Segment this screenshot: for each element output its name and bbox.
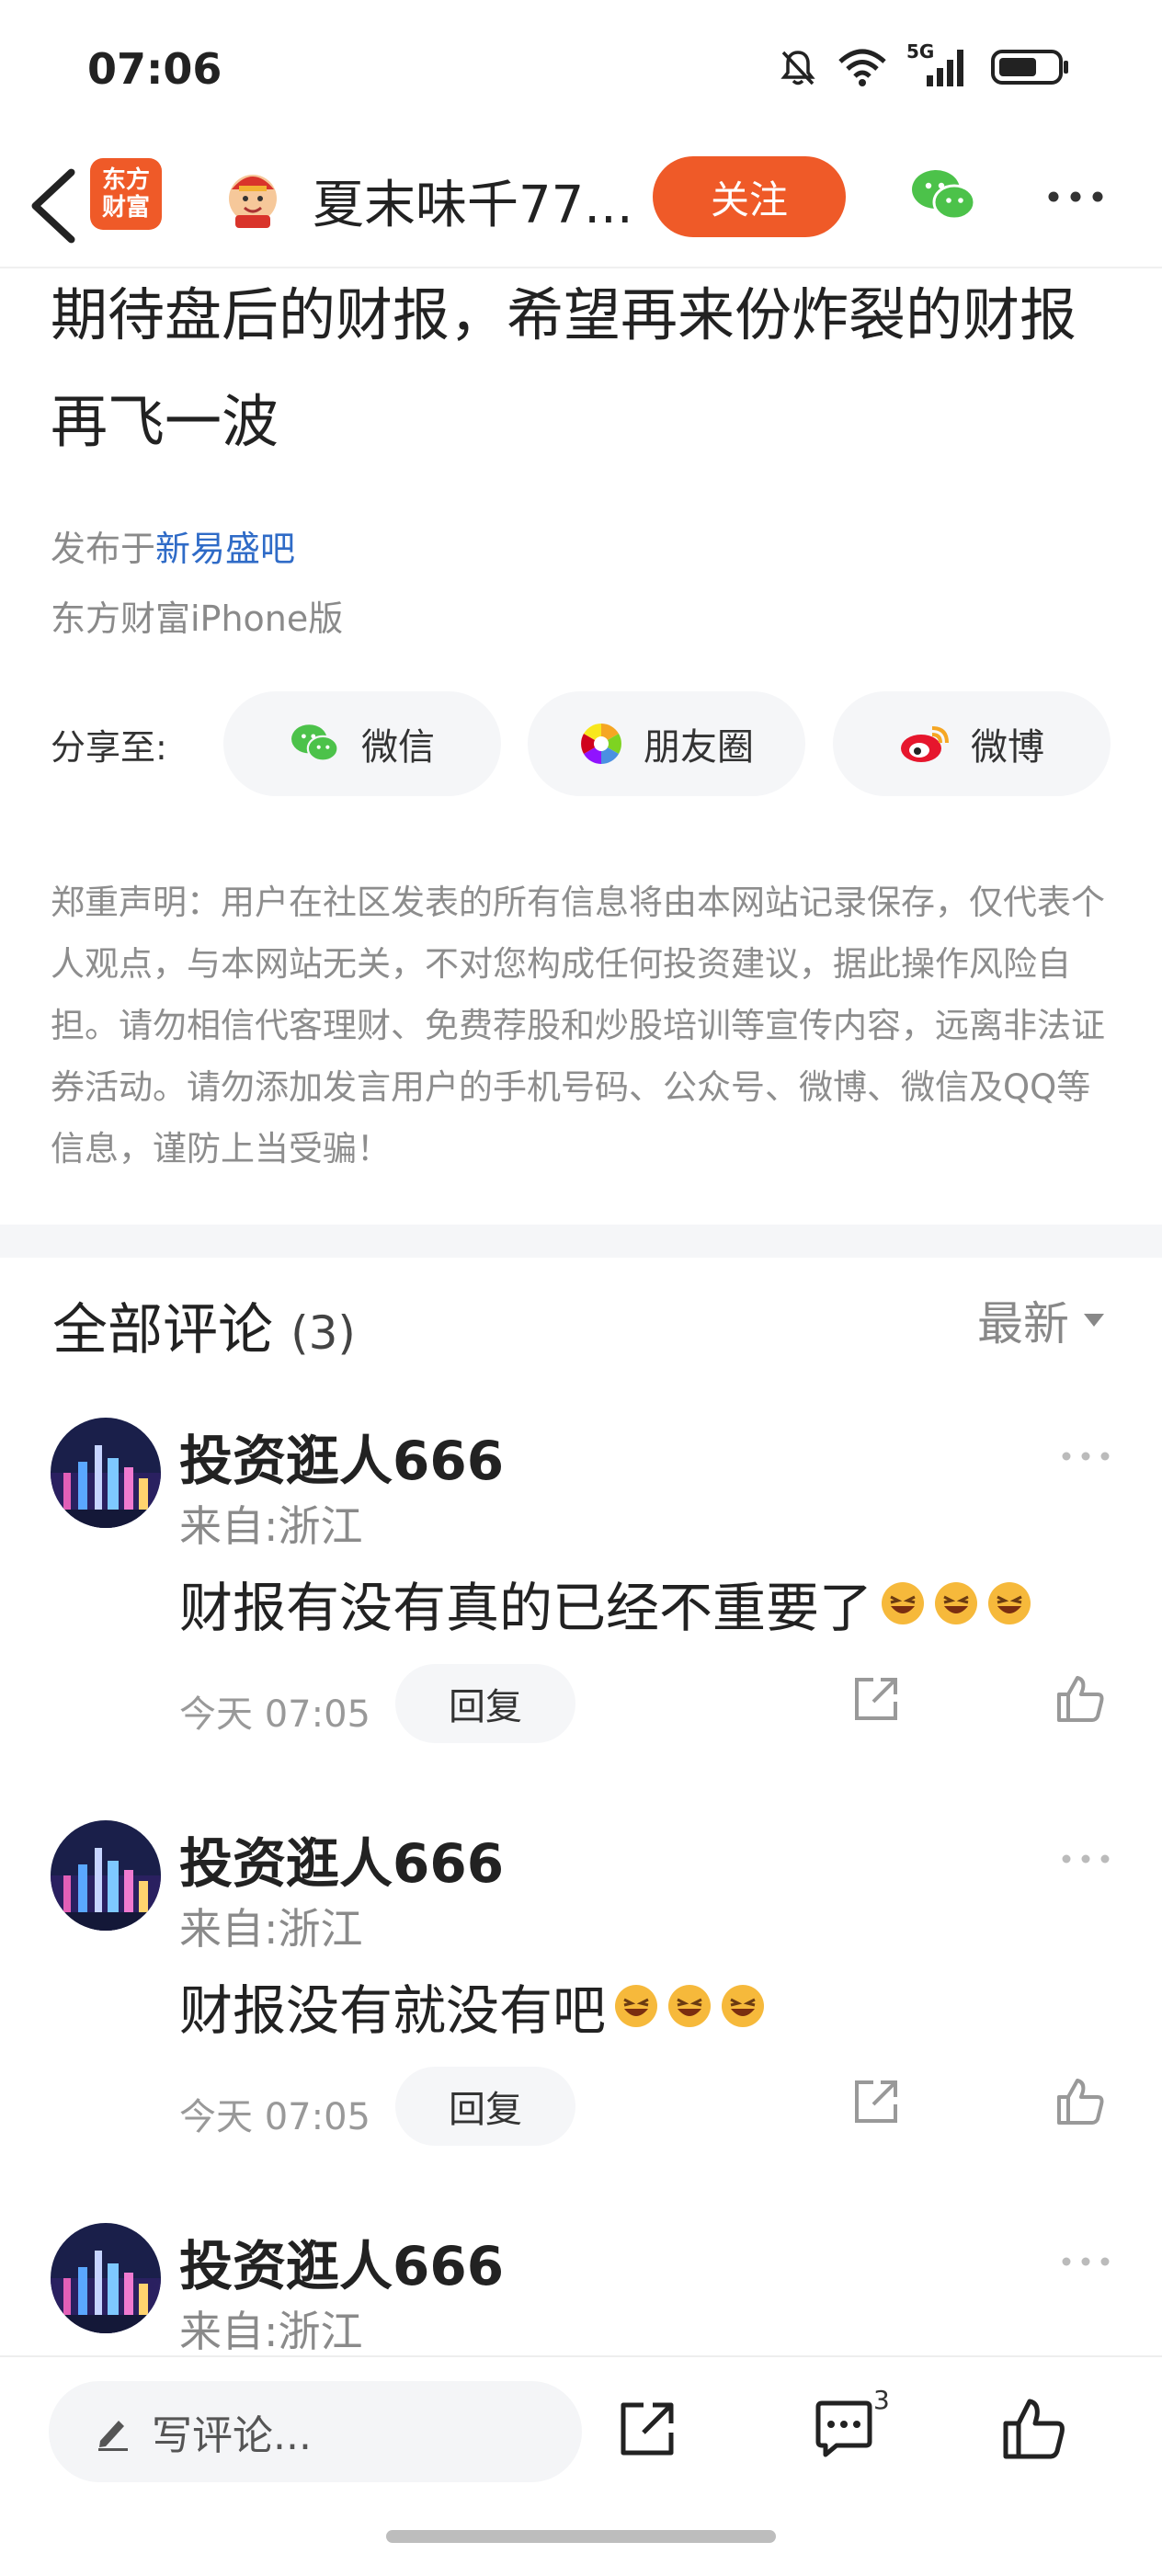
- comment-more-icon[interactable]: [1060, 1852, 1111, 1865]
- weibo-icon: [901, 726, 949, 762]
- comment-body: 财报有没有真的已经不重要了: [179, 1577, 873, 1639]
- comment-more-icon[interactable]: [1060, 1450, 1111, 1463]
- sort-dropdown[interactable]: 最新: [977, 1287, 1106, 1353]
- bottom-action-bar: 写评论... 3: [0, 2355, 1162, 2576]
- commenter-avatar[interactable]: [51, 1820, 161, 1931]
- user-avatar-icon[interactable]: [221, 164, 285, 228]
- laugh-emoji-icon: [882, 1582, 925, 1624]
- battery-icon: [991, 50, 1068, 85]
- sort-label: 最新: [977, 1297, 1069, 1351]
- comment-item: 投资逛人666 来自:浙江 财报有没有真的已经不重要了 今天 07:05 回复: [0, 1418, 1162, 1820]
- laugh-emoji-icon: [988, 1582, 1031, 1624]
- caret-down-icon: [1084, 1314, 1104, 1327]
- laugh-emoji-icon: [615, 1985, 658, 2027]
- commenter-location: 来自:浙江: [179, 1501, 363, 1551]
- source-label: 东方财富iPhone版: [51, 598, 344, 639]
- section-divider: [0, 1225, 1162, 1258]
- header-title[interactable]: 夏末味千77...: [313, 164, 644, 238]
- moments-icon: [581, 724, 621, 764]
- published-prefix: 发布于: [51, 529, 156, 569]
- wifi-icon: [838, 49, 886, 86]
- share-moments-button[interactable]: 朋友圈: [528, 691, 805, 796]
- follow-button[interactable]: 关注: [653, 156, 846, 237]
- comments-count: (3): [290, 1306, 356, 1360]
- share-icon[interactable]: [616, 2398, 678, 2460]
- laugh-emoji-icon: [668, 1985, 712, 2027]
- comment-text: 财报没有就没有吧: [179, 1967, 766, 2045]
- commenter-name[interactable]: 投资逛人666: [179, 2223, 504, 2300]
- share-wechat-label: 微信: [361, 726, 435, 769]
- comments-heading: 全部评论 (3): [52, 1285, 356, 1365]
- bar-link[interactable]: 新易盛吧: [155, 529, 295, 569]
- commenter-location: 来自:浙江: [179, 2307, 363, 2355]
- comment-body: 财报没有就没有吧: [179, 1979, 607, 2042]
- wechat-icon: [291, 724, 339, 762]
- mute-icon: [780, 51, 815, 85]
- commenter-name[interactable]: 投资逛人666: [179, 1820, 504, 1898]
- signal-icon: 5G: [906, 40, 973, 88]
- comment-count-badge: 3: [873, 2385, 890, 2415]
- status-icons: 5G: [778, 40, 1070, 88]
- commenter-name[interactable]: 投资逛人666: [179, 1418, 504, 1495]
- write-comment-placeholder: 写评论...: [152, 2412, 312, 2459]
- article-title: 期待盘后的财报，希望再来份炸裂的财报再飞一波: [51, 281, 1077, 455]
- reply-button[interactable]: 回复: [395, 1664, 575, 1743]
- comment-like-icon[interactable]: [1055, 1674, 1105, 1724]
- status-bar: 07:06 5G: [0, 0, 1162, 147]
- like-icon[interactable]: [1000, 2396, 1066, 2462]
- laugh-emoji-icon: [935, 1582, 978, 1624]
- comment-text: 财报有没有真的已经不重要了: [179, 1565, 1032, 1642]
- app-logo[interactable]: 东方 财富: [90, 158, 162, 230]
- share-label: 分享至:: [51, 727, 167, 768]
- home-indicator: [386, 2530, 776, 2543]
- back-icon[interactable]: [26, 167, 81, 245]
- share-weibo-label: 微博: [971, 726, 1044, 769]
- comment-item: 投资逛人666 来自:浙江 财报没有就没有吧 今天 07:05 回复: [0, 1820, 1162, 2223]
- commenter-avatar[interactable]: [51, 2223, 161, 2333]
- comment-more-icon[interactable]: [1060, 2255, 1111, 2268]
- write-comment-input[interactable]: 写评论...: [49, 2381, 582, 2482]
- laugh-emoji-icon: [722, 1985, 765, 2027]
- share-wechat-button[interactable]: 微信: [223, 691, 501, 796]
- share-moments-label: 朋友圈: [644, 726, 754, 769]
- comment-like-icon[interactable]: [1055, 2077, 1105, 2126]
- more-options-icon[interactable]: [1046, 188, 1105, 206]
- pen-icon: [98, 2421, 128, 2451]
- comment-item: 投资逛人666 来自:浙江: [0, 2223, 1162, 2355]
- disclaimer-text: 郑重声明：用户在社区发表的所有信息将由本网站记录保存，仅代表个人观点，与本网站无…: [51, 883, 1105, 1168]
- comment-icon[interactable]: [813, 2398, 875, 2460]
- comment-share-icon[interactable]: [851, 2077, 901, 2126]
- comment-share-icon[interactable]: [851, 1674, 901, 1724]
- comment-time: 今天 07:05: [179, 2096, 370, 2138]
- comments-title: 全部评论: [52, 1298, 273, 1362]
- published-in: 发布于新易盛吧: [51, 520, 295, 571]
- reply-button[interactable]: 回复: [395, 2067, 575, 2146]
- comment-time: 今天 07:05: [179, 1693, 370, 1736]
- status-time: 07:06: [87, 44, 222, 94]
- share-weibo-button[interactable]: 微博: [833, 691, 1111, 796]
- commenter-avatar[interactable]: [51, 1418, 161, 1528]
- commenter-location: 来自:浙江: [179, 1904, 363, 1954]
- wechat-share-icon[interactable]: [910, 167, 978, 224]
